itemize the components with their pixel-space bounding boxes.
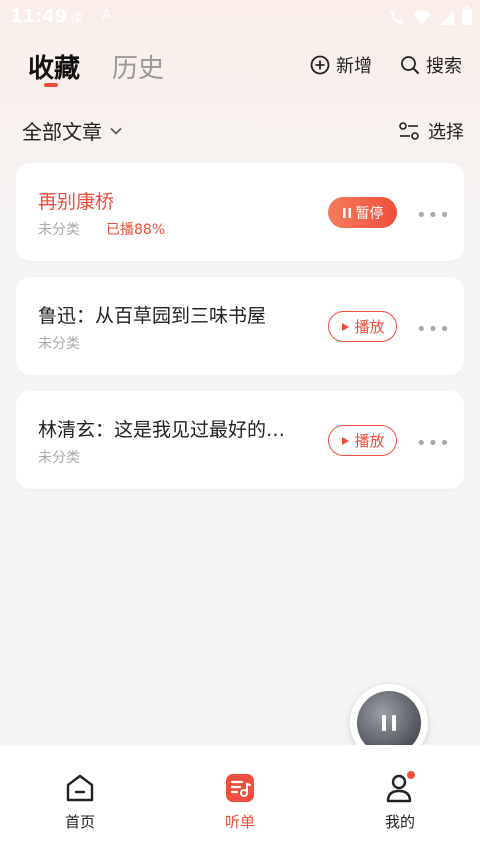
tab-favorites[interactable]: 收藏 [28, 48, 80, 85]
nav-item-home[interactable]: 首页 [40, 771, 120, 832]
article-title: 林清玄：这是我见过最好的… [38, 419, 286, 441]
signal-icon [440, 11, 454, 25]
article-title: 再别康桥 [38, 191, 115, 213]
more-options-icon[interactable]: ••• [416, 205, 451, 226]
home-icon [66, 774, 94, 802]
bottom-nav: 首页 听单 我的 [0, 745, 480, 854]
pause-button[interactable]: 暂停 [328, 197, 397, 228]
select-sliders-icon [399, 122, 419, 140]
article-category: 未分类 [38, 336, 80, 352]
add-button[interactable]: 新增 [310, 52, 372, 78]
search-button[interactable]: 搜索 [400, 52, 462, 78]
reader-status-icon: 读 [70, 12, 84, 27]
pause-button-label: 暂停 [355, 205, 384, 222]
category-filter-label: 全部文章 [22, 120, 102, 144]
plus-circle-icon [310, 55, 330, 75]
phone-wifi-icon [390, 11, 403, 25]
battery-icon [462, 6, 472, 25]
play-button-label: 播放 [354, 318, 385, 336]
nav-item-profile[interactable]: 我的 [360, 771, 440, 832]
article-category: 未分类 [38, 450, 80, 466]
search-button-label: 搜索 [426, 56, 462, 77]
nav-label: 听单 [224, 813, 255, 831]
play-button[interactable]: 播放 [328, 311, 397, 342]
play-icon [342, 436, 350, 445]
article-card[interactable]: 鲁迅：从百草园到三味书屋 未分类 播放 ••• [16, 277, 464, 375]
pause-icon [342, 207, 351, 218]
keyboard-status-icon: A [102, 8, 111, 23]
nav-label: 我的 [384, 813, 415, 831]
select-button-label: 选择 [428, 122, 464, 143]
play-button[interactable]: 播放 [328, 425, 397, 456]
playlist-icon [226, 774, 254, 802]
article-card[interactable]: 林清玄：这是我见过最好的… 未分类 播放 ••• [16, 391, 464, 489]
nav-label: 首页 [64, 813, 95, 831]
notification-dot [407, 771, 415, 779]
play-button-label: 播放 [354, 432, 385, 450]
category-filter[interactable]: 全部文章 [22, 116, 124, 145]
pause-icon [382, 715, 396, 731]
search-icon [401, 56, 419, 74]
more-options-icon[interactable]: ••• [416, 433, 451, 454]
article-category: 未分类 [38, 222, 80, 238]
wifi-icon [413, 10, 431, 24]
active-tab-indicator [44, 83, 58, 87]
article-title: 鲁迅：从百草园到三味书屋 [38, 305, 267, 327]
status-bar: 11:49 读 A [0, 0, 480, 34]
nav-item-playlist[interactable]: 听单 [200, 771, 280, 832]
play-progress: 已播88% [106, 222, 166, 238]
select-button[interactable]: 选择 [398, 118, 464, 144]
article-card[interactable]: 再别康桥 未分类 已播88% 暂停 ••• [16, 163, 464, 261]
chevron-down-icon [110, 127, 122, 135]
status-time: 11:49 [10, 6, 68, 27]
profile-icon [386, 771, 415, 803]
play-icon [342, 322, 350, 331]
add-button-label: 新增 [336, 56, 372, 77]
tab-history[interactable]: 历史 [112, 48, 164, 85]
more-options-icon[interactable]: ••• [416, 319, 451, 340]
